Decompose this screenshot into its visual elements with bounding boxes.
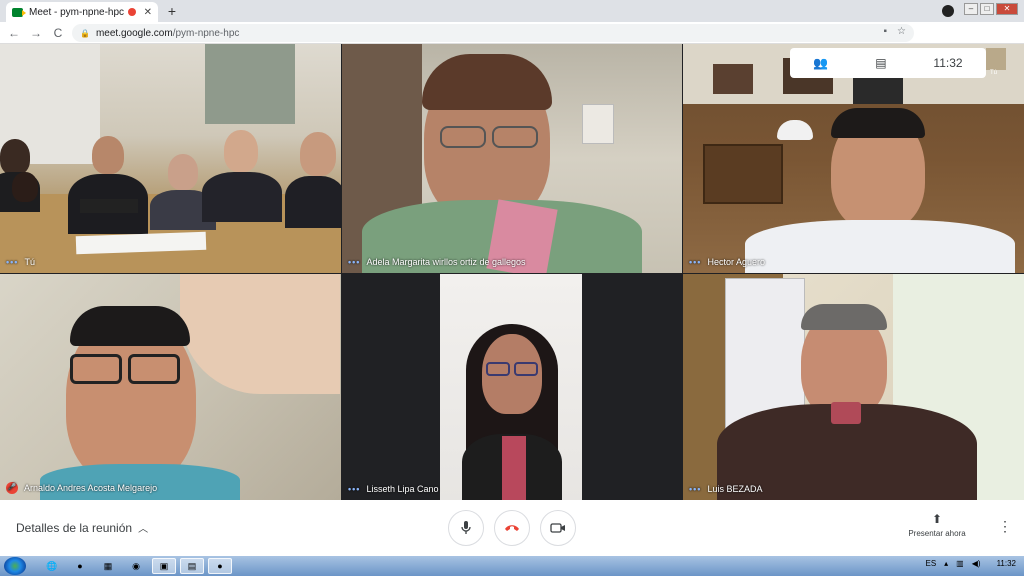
cabinet	[703, 144, 783, 204]
taskbar-explorer-icon[interactable]: ▤	[180, 558, 204, 574]
taskbar-app-icon[interactable]: ▣	[152, 558, 176, 574]
url-field[interactable]: 🔒 meet.google.com /pym-npne-hpc ▪ ☆	[72, 24, 914, 42]
mic-muted-icon: 🎤	[6, 482, 18, 494]
hand-blur	[180, 274, 340, 394]
back-button[interactable]: ←	[6, 26, 22, 40]
url-host: meet.google.com	[95, 27, 173, 39]
taskbar-firefox-icon[interactable]: ◉	[124, 558, 148, 574]
meet-favicon-icon	[12, 7, 26, 17]
speaker	[853, 74, 903, 104]
video-tile-luis[interactable]: ••• Luis BEZADA	[683, 274, 1024, 500]
chevron-up-icon: ︿	[138, 524, 149, 535]
taskbar-chrome-active-icon[interactable]: ●	[208, 558, 232, 574]
collar	[831, 402, 861, 424]
forward-button[interactable]: →	[28, 26, 44, 40]
browser-tab-bar: Meet - pym-npne-hpc ✕ + – □ ✕	[0, 0, 1024, 22]
meet-control-bar: Detalles de la reunión ︿ ⬆ Presentar ahor…	[0, 500, 1024, 556]
glasses	[486, 362, 510, 376]
camera-button[interactable]	[540, 510, 576, 546]
binder	[80, 199, 138, 213]
taskbar-clock[interactable]: 11:32	[997, 559, 1016, 568]
glasses	[70, 354, 122, 384]
windows-taskbar: 🌐 ● ▦ ◉ ▣ ▤ ● ES ▴ ▥ ◀) 11:32	[0, 556, 1024, 576]
volume-icon[interactable]: ◀)	[972, 559, 981, 568]
microphone-icon	[461, 521, 471, 534]
tab-close-icon[interactable]: ✕	[144, 7, 152, 18]
video-tile-hector[interactable]: Tú ••• Hector Aguero	[683, 44, 1024, 273]
system-tray: ES ▴ ▥ ◀) 11:32	[925, 559, 1016, 568]
profile-avatar[interactable]	[942, 5, 954, 17]
audio-indicator-icon: •••	[6, 257, 19, 267]
tile-label-hector: ••• Hector Aguero	[689, 257, 765, 267]
hangup-icon	[505, 525, 519, 531]
tile-label-self: ••• Tú	[6, 257, 35, 267]
video-tile-adela[interactable]: ••• Adela Margarita wirllos ortiz de gal…	[342, 44, 682, 273]
network-icon[interactable]: ▥	[956, 559, 964, 568]
light-switch	[582, 104, 614, 144]
window-close-button[interactable]: ✕	[996, 3, 1018, 15]
microphone-button[interactable]	[448, 510, 484, 546]
tile-label-luis: ••• Luis BEZADA	[689, 484, 763, 494]
maximize-button[interactable]: □	[980, 3, 994, 15]
new-tab-button[interactable]: +	[165, 4, 179, 18]
start-button[interactable]	[4, 557, 26, 575]
recording-indicator-icon	[127, 8, 136, 16]
taskbar-ie-icon[interactable]: 🌐	[40, 558, 64, 574]
meet-video-grid: ••• Tú ••• Adela Margarita wirllos ortiz…	[0, 44, 1024, 500]
audio-indicator-icon: •••	[348, 484, 361, 494]
meeting-details-button[interactable]: Detalles de la reunión ︿	[16, 520, 148, 535]
video-tile-lisseth[interactable]: ••• Lisseth Lipa Cano	[342, 274, 682, 500]
people-icon[interactable]: 👥	[813, 56, 828, 70]
chat-icon[interactable]: ▤	[875, 56, 886, 70]
tile-label-arnaldo: 🎤 Arnaldo Andres Acosta Melgarejo	[6, 482, 158, 494]
window-view	[205, 44, 295, 124]
taskbar-chrome-icon[interactable]: ●	[68, 558, 92, 574]
audio-indicator-icon: •••	[689, 257, 702, 267]
meet-top-controls: 👥 ▤ 11:32	[790, 48, 986, 78]
reload-button[interactable]: C	[50, 26, 66, 40]
audio-indicator-icon: •••	[348, 257, 361, 267]
minimize-button[interactable]: –	[964, 3, 978, 15]
camera-in-use-icon[interactable]: ▪	[883, 26, 887, 37]
lock-icon: 🔒	[80, 28, 90, 38]
self-mini-preview[interactable]: Tú	[986, 48, 1006, 78]
present-now-button[interactable]: ⬆ Presentar ahora	[900, 512, 974, 538]
hard-hat	[777, 120, 813, 140]
tab-title: Meet - pym-npne-hpc	[29, 6, 125, 18]
tray-arrow-icon[interactable]: ▴	[944, 559, 948, 568]
present-screen-icon: ⬆	[931, 512, 943, 526]
picture-frame	[713, 64, 753, 94]
bookmark-star-icon[interactable]: ☆	[897, 26, 906, 37]
tab-meet[interactable]: Meet - pym-npne-hpc ✕	[6, 2, 158, 22]
taskbar-excel-icon[interactable]: ▦	[96, 558, 120, 574]
address-bar-row: ← → C 🔒 meet.google.com /pym-npne-hpc ▪ …	[0, 22, 1024, 59]
tile-label-lisseth: ••• Lisseth Lipa Cano	[348, 484, 439, 494]
video-tile-self[interactable]: ••• Tú	[0, 44, 341, 273]
language-indicator[interactable]: ES	[925, 559, 936, 568]
blouse	[502, 436, 526, 500]
audio-indicator-icon: •••	[689, 484, 702, 494]
window-controls: – □ ✕	[964, 3, 1018, 15]
tile-label-adela: ••• Adela Margarita wirllos ortiz de gal…	[348, 257, 526, 267]
video-tile-arnaldo[interactable]: 🎤 Arnaldo Andres Acosta Melgarejo	[0, 274, 341, 500]
video-camera-icon	[550, 523, 565, 533]
url-path: /pym-npne-hpc	[172, 27, 240, 39]
meeting-clock: 11:32	[933, 56, 963, 70]
more-options-icon[interactable]: ⋮	[998, 518, 1012, 535]
glasses	[440, 126, 486, 148]
leave-call-button[interactable]	[494, 510, 530, 546]
